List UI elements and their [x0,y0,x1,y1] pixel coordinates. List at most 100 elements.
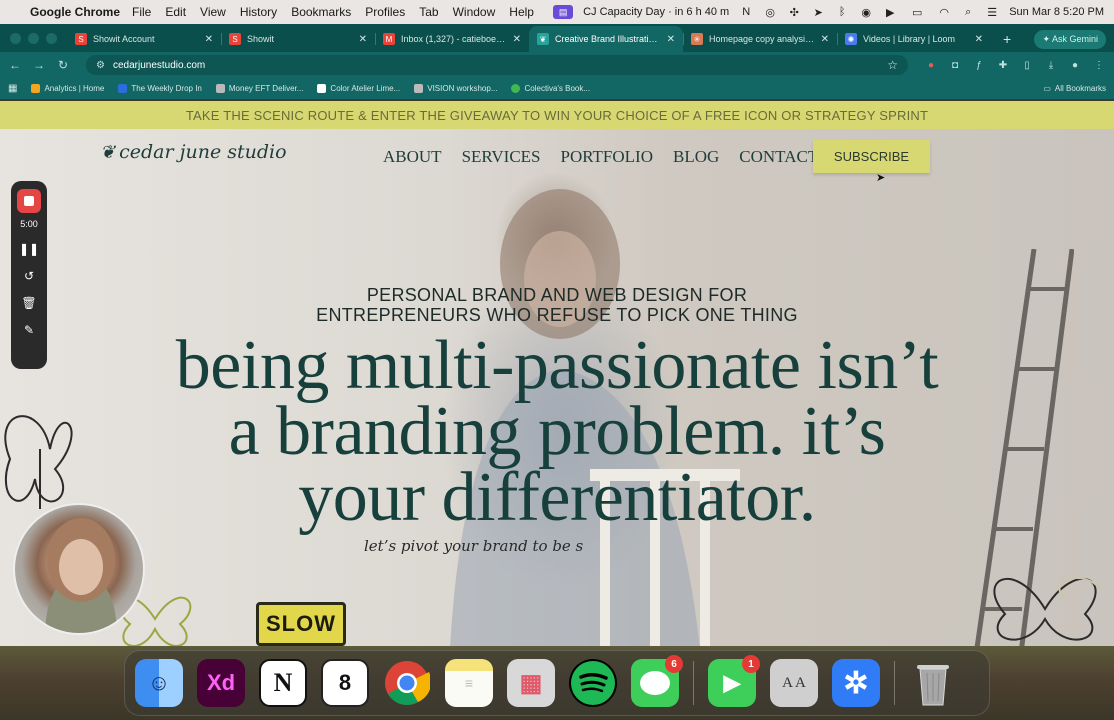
menu-window[interactable]: Window [453,5,496,19]
extension-status-icon[interactable]: ✣ [787,6,801,19]
trash-icon[interactable]: 🗑 [19,296,39,310]
close-window-button[interactable] [10,32,21,44]
wifi-icon[interactable]: ◠ [937,6,951,19]
bookmark-color-atelier[interactable]: Color Atelier Lime... [317,84,400,93]
bookmark-money-eft[interactable]: Money EFT Deliver... [215,84,303,93]
ask-gemini-button[interactable]: ✦ Ask Gemini [1034,30,1106,49]
close-tab-icon[interactable]: ✕ [205,34,213,45]
minimize-window-button[interactable] [28,32,39,44]
close-tab-icon[interactable]: ✕ [975,34,983,45]
analytics-favicon-icon [31,84,41,93]
bookmarks-bar: ▦ Analytics | Home The Weekly Drop In Mo… [0,78,1114,100]
chrome-menu-icon[interactable]: ⋮ [1092,58,1106,72]
close-tab-icon[interactable]: ✕ [513,34,521,45]
tab-homepage-copy-analysis[interactable]: ✳ Homepage copy analysis and ✕ [683,26,837,52]
extension-camera-icon[interactable]: ◘ [948,58,962,72]
slow-sign-image: SLOW [256,602,346,646]
menu-bookmarks[interactable]: Bookmarks [291,5,351,19]
nav-blog[interactable]: BLOG [673,147,719,167]
tab-gmail-inbox[interactable]: M Inbox (1,327) - catieboerschi ✕ [375,26,529,52]
calendar-event-icon[interactable]: ▤ [553,5,574,19]
side-panel-icon[interactable]: ▯ [1020,58,1034,72]
tab-creative-brand-illustrations[interactable]: ❦ Creative Brand Illustrations & ✕ [529,26,683,52]
extension-red-icon[interactable]: ● [924,58,938,72]
all-bookmarks-button[interactable]: ▭ All Bookmarks [1043,84,1106,93]
site-logo[interactable]: ❦ cedar june studio [100,141,287,163]
menubar-datetime[interactable]: Sun Mar 8 5:20 PM [1009,6,1104,18]
menu-tab[interactable]: Tab [419,5,438,19]
close-tab-icon[interactable]: ✕ [821,34,829,45]
close-tab-icon[interactable]: ✕ [667,34,675,45]
calendar-event-text[interactable]: CJ Capacity Day · in 6 h 40 m [583,6,729,18]
menu-view[interactable]: View [200,5,226,19]
dock-launchpad[interactable]: ▦ [507,659,555,707]
control-center-icon[interactable]: ☰ [985,6,999,19]
restart-icon[interactable]: ↺ [19,269,39,283]
creative-cloud-icon[interactable]: ◎ [763,6,777,19]
eyebrow-line-2: ENTREPRENEURS WHO REFUSE TO PICK ONE THI… [316,305,798,325]
tab-showit-account[interactable]: S Showit Account ✕ [67,26,221,52]
dock-messages[interactable]: 6 [631,655,683,707]
menubar-app-name[interactable]: Google Chrome [30,5,120,19]
dock-trash[interactable] [909,659,957,707]
draw-tool-icon[interactable]: ✎ [19,323,39,337]
send-status-icon[interactable]: ➤ [811,6,825,19]
dock-facetime[interactable]: ▶ 1 [708,655,760,707]
forward-arrow-icon[interactable]: → [32,58,46,72]
close-tab-icon[interactable]: ✕ [359,34,367,45]
dock-adobe-xd[interactable]: Xd [197,659,245,707]
nav-contact[interactable]: CONTACT [739,147,818,167]
menu-file[interactable]: File [132,5,151,19]
webcam-bubble[interactable] [13,503,145,635]
maximize-window-button[interactable] [46,32,57,44]
dock-notes[interactable]: ≡ [445,659,493,707]
pause-icon[interactable]: ❚❚ [19,242,39,256]
hero-section: ❦ cedar june studio ABOUT SERVICES PORTF… [0,129,1114,646]
menu-help[interactable]: Help [509,5,534,19]
notion-status-icon[interactable]: N [739,6,753,18]
dock-spotify[interactable] [569,659,617,707]
bookmark-vision-workshop[interactable]: VISION workshop... [414,84,497,93]
apps-grid-icon[interactable]: ▦ [8,83,17,94]
extension-script-icon[interactable]: ƒ [972,58,986,72]
dock-notion[interactable]: N [259,659,307,707]
dock-font-book[interactable]: A A [770,659,818,707]
address-bar[interactable]: ⚙ cedarjunestudio.com ☆ [86,55,908,75]
dock-calendar[interactable]: 8 [321,659,369,707]
tab-loom-videos[interactable]: ✺ Videos | Library | Loom ✕ [837,26,991,52]
dock-settings[interactable]: ✲ [832,659,880,707]
battery-icon[interactable]: ▭ [907,6,927,19]
bookmark-analytics[interactable]: Analytics | Home [31,84,104,93]
nav-portfolio[interactable]: PORTFOLIO [561,147,654,167]
subscribe-button[interactable]: SUBSCRIBE [813,140,930,173]
airdrop-icon[interactable]: ◉ [859,6,873,19]
back-arrow-icon[interactable]: ← [8,58,22,72]
bluetooth-icon[interactable]: ᛒ [835,6,849,18]
bookmark-star-icon[interactable]: ☆ [887,58,898,72]
nav-about[interactable]: ABOUT [383,147,442,167]
play-status-icon[interactable]: ▶ [883,6,897,19]
extensions-puzzle-icon[interactable]: ✚ [996,58,1010,72]
menu-history[interactable]: History [240,5,277,19]
profile-avatar-icon[interactable]: ● [1068,58,1082,72]
menu-profiles[interactable]: Profiles [365,5,405,19]
stop-recording-button[interactable] [17,189,41,213]
reload-icon[interactable]: ↻ [56,58,70,72]
giveaway-banner[interactable]: TAKE THE SCENIC ROUTE & ENTER THE GIVEAW… [0,101,1114,129]
bookmark-colectiva[interactable]: Colectiva's Book... [511,84,590,93]
headline-line-3: your differentiator. [298,459,816,536]
eyebrow-line-1: PERSONAL BRAND AND WEB DESIGN FOR [366,285,748,305]
dock-finder[interactable]: ☺ [135,659,183,707]
site-info-icon[interactable]: ⚙ [96,60,105,71]
generic-favicon-icon [215,84,225,93]
spotlight-search-icon[interactable]: ⌕ [961,6,975,18]
dock-chrome[interactable] [383,659,431,707]
nav-services[interactable]: SERVICES [462,147,541,167]
menu-edit[interactable]: Edit [165,5,186,19]
new-tab-button[interactable]: + [991,26,1023,52]
address-url[interactable]: cedarjunestudio.com [113,60,205,71]
bookmark-weekly-drop-in[interactable]: The Weekly Drop In [118,84,202,93]
tab-showit[interactable]: S Showit ✕ [221,26,375,52]
logo-text: cedar june studio [119,141,287,163]
download-icon[interactable]: ⤓ [1044,58,1058,72]
